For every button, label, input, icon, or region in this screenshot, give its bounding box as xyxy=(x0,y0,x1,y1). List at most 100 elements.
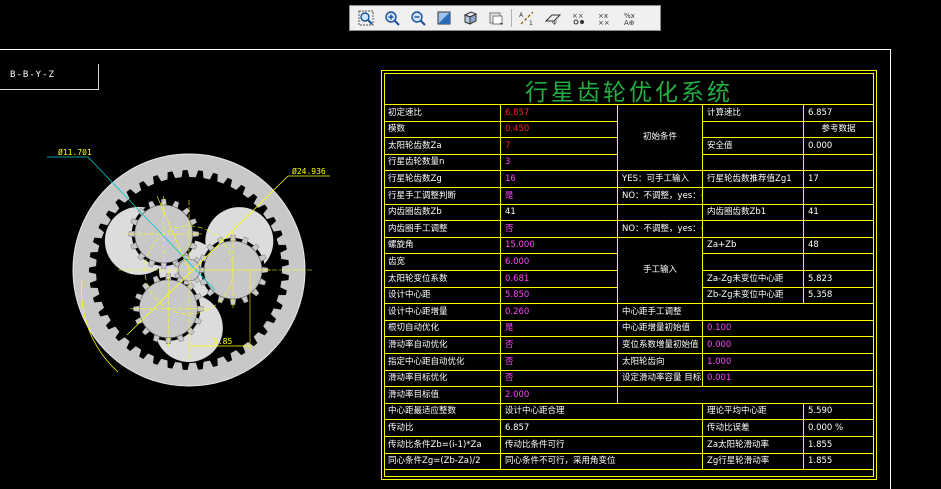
result-value: 5.358 xyxy=(804,287,874,305)
param-label: 行星手工调整判断 xyxy=(384,188,501,205)
datum-axes-icon: A1 xyxy=(519,11,534,26)
zoom-out-button[interactable] xyxy=(406,8,430,28)
result-value xyxy=(804,221,874,238)
result-label: 计算速比 xyxy=(703,105,804,122)
summary-label: 同心条件Zg=(Zb-Za)/2 xyxy=(384,453,501,471)
param-label: 指定中心距自动优化 xyxy=(384,354,501,371)
param-label: 内齿圈手工调整 xyxy=(384,221,501,238)
optimization-value-field[interactable]: 1.000 xyxy=(703,354,874,371)
summary-label: 传动比 xyxy=(384,420,501,437)
param-value-field[interactable]: 0.260 xyxy=(501,304,618,321)
param-value-field[interactable]: 3 xyxy=(501,154,618,172)
summary-label: 中心距最适应整数 xyxy=(384,403,501,421)
param-value-field[interactable]: 15.000 xyxy=(501,237,618,255)
reference-data-header: 参考数据 xyxy=(804,121,874,139)
param-value-field[interactable]: 7 xyxy=(501,138,618,155)
result-label: 安全值 xyxy=(703,138,804,155)
svg-text:××: ×× xyxy=(572,12,584,20)
summary-metric-label: Zg行星轮滑动率 xyxy=(703,453,804,471)
input-hint: NO：不调整，yes：手工 xyxy=(618,188,703,205)
zoom-out-icon xyxy=(411,11,426,26)
param-value-field[interactable]: 41 xyxy=(501,204,618,222)
coordinate-systems-button[interactable]: ×x ×× xyxy=(593,8,617,28)
shade-button[interactable] xyxy=(432,8,456,28)
param-value-field[interactable]: 否 xyxy=(501,354,618,371)
result-value: 48 xyxy=(804,237,874,255)
param-label: 行星齿轮数量n xyxy=(384,154,501,172)
optimization-value-field[interactable] xyxy=(703,304,874,321)
page-title: 行星齿轮优化系统 xyxy=(525,79,733,106)
summary-metric-value: 5.590 xyxy=(804,403,874,421)
param-label: 滑动率自动优化 xyxy=(384,337,501,354)
annotations-icon: %xA⊕ xyxy=(624,12,635,26)
optimization-label: 设定滑动率容量 目标 xyxy=(618,370,703,388)
summary-metric-value: 0.000 % xyxy=(804,420,874,437)
result-value: 17 xyxy=(804,171,874,188)
zoom-in-icon xyxy=(385,11,400,26)
datum-axes-button[interactable]: A1 xyxy=(515,8,539,28)
blank-cell xyxy=(618,387,874,404)
manual-input-label: 手工输入 xyxy=(618,237,703,305)
svg-text:A⊕: A⊕ xyxy=(624,19,635,26)
param-value-field[interactable]: 2.000 xyxy=(501,387,618,404)
input-hint: NO：不调整，yes：手工 xyxy=(618,221,703,238)
summary-metric-label: Za太阳轮滑动率 xyxy=(703,437,804,454)
summary-metric-label: 理论平均中心距 xyxy=(703,403,804,421)
param-value-field[interactable]: 0.450 xyxy=(501,121,618,139)
datum-planes-icon: Ψ xyxy=(544,14,562,26)
param-label: 滑动率目标值 xyxy=(384,387,501,404)
result-value xyxy=(804,188,874,205)
result-label: Zb-Zg未变位中心距 xyxy=(703,287,804,305)
optimization-label: 变位系数增量初始值 xyxy=(618,337,703,354)
initial-conditions-label: 初始条件 xyxy=(618,105,703,172)
param-value-field[interactable]: 否 xyxy=(501,337,618,354)
summary-label: 传动比条件Zb=(i-1)*Za xyxy=(384,437,501,454)
diameter-dimension-2: Ø24.936 xyxy=(292,166,326,176)
result-label: 行星轮齿数推荐值Zg1 xyxy=(703,171,804,188)
parameter-table: 行星齿轮优化系统 初定速比 6.857 模数 0.450 太阳轮齿数Za 7 行星齿轮数量n… xyxy=(381,70,877,480)
datum-planes-button[interactable]: Ψ xyxy=(541,8,565,28)
param-value-field[interactable]: 5.850 xyxy=(501,287,618,305)
param-label: 内齿圈齿数Zb xyxy=(384,204,501,222)
annotations-button[interactable]: %x A⊕ xyxy=(619,8,643,28)
param-value-field[interactable]: 6.857 xyxy=(501,105,618,122)
datum-points-icon: ×× xyxy=(572,12,584,25)
result-label: Za+Zb xyxy=(703,237,804,255)
param-label: 设计中心距增量 xyxy=(384,304,501,321)
input-hint: YES：可手工输入 xyxy=(618,171,703,188)
param-value-field[interactable]: 6.000 xyxy=(501,254,618,271)
param-label: 设计中心距 xyxy=(384,287,501,305)
svg-text:A: A xyxy=(519,12,524,19)
param-value-field[interactable]: 16 xyxy=(501,171,618,188)
display-style-icon xyxy=(489,12,503,25)
param-value-field[interactable]: 是 xyxy=(501,320,618,338)
param-label: 螺旋角 xyxy=(384,237,501,255)
result-label xyxy=(703,221,804,238)
param-value-field[interactable]: 0.681 xyxy=(501,271,618,288)
param-label: 齿宽 xyxy=(384,254,501,271)
param-value-field[interactable]: 是 xyxy=(501,188,618,205)
summary-status: 传动比条件可行 xyxy=(501,437,703,454)
view-cube-button[interactable] xyxy=(458,8,482,28)
diameter-dimension-1: Ø11.701 xyxy=(58,147,92,157)
coordinate-systems-icon: ×x×× xyxy=(598,12,610,26)
result-label xyxy=(703,188,804,205)
shading-icon xyxy=(437,11,451,25)
svg-text:1: 1 xyxy=(529,20,533,26)
param-label: 根切自动优化 xyxy=(384,320,501,338)
summary-metric-value: 1.855 xyxy=(804,437,874,454)
optimization-value-field[interactable]: 0.000 xyxy=(703,337,874,354)
optimization-value-field[interactable]: 0.100 xyxy=(703,320,874,338)
result-value xyxy=(804,254,874,271)
zoom-in-button[interactable] xyxy=(380,8,404,28)
display-style-button[interactable] xyxy=(484,8,508,28)
param-value-field[interactable]: 否 xyxy=(501,221,618,238)
param-value-field[interactable]: 否 xyxy=(501,370,618,388)
datum-points-button[interactable]: ×× xyxy=(567,8,591,28)
optimization-value-field[interactable]: 0.001 xyxy=(703,370,874,388)
result-value: 0.000 xyxy=(804,138,874,155)
optimization-label: 中心距手工调整 xyxy=(618,304,703,321)
optimization-label: 中心距增量初始值 xyxy=(618,320,703,338)
summary-status: 设计中心距合理 xyxy=(501,403,703,421)
summary-status: 6.857 xyxy=(501,420,703,437)
